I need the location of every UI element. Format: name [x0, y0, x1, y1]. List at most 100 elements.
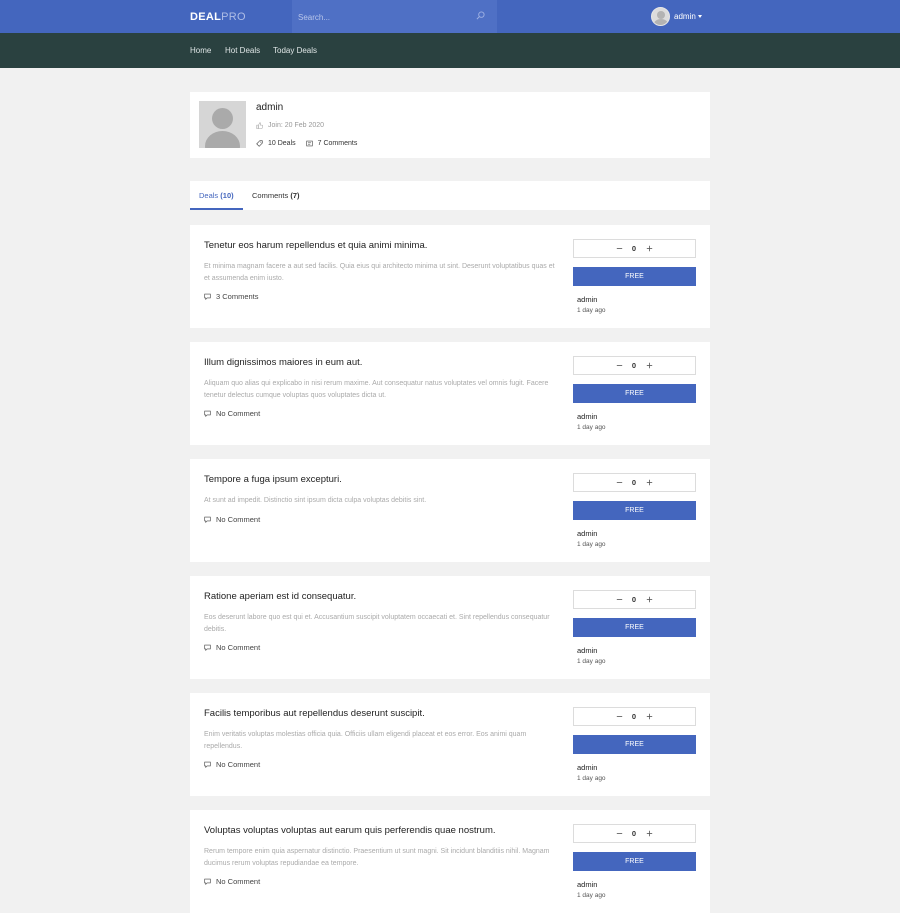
deal-time: 1 day ago [577, 424, 606, 431]
vote-stepper: 0 [573, 356, 696, 375]
deal-title[interactable]: Tempore a fuga ipsum excepturi. [204, 474, 342, 485]
deal-card: Voluptas voluptas voluptas aut earum qui… [190, 810, 710, 913]
comment-box-icon [306, 140, 313, 147]
free-button[interactable]: FREE [573, 852, 696, 871]
free-button[interactable]: FREE [573, 735, 696, 754]
active-tab-indicator [190, 208, 243, 210]
plus-icon[interactable] [645, 595, 654, 604]
deal-comments-link[interactable]: No Comment [204, 760, 260, 769]
vote-stepper: 0 [573, 824, 696, 843]
free-button[interactable]: FREE [573, 501, 696, 520]
comment-icon [204, 410, 211, 417]
comment-icon [204, 761, 211, 768]
nav-bar: Home Hot Deals Today Deals [0, 33, 900, 68]
user-avatar [651, 7, 670, 26]
deal-author[interactable]: admin [577, 295, 597, 304]
minus-icon[interactable] [615, 478, 624, 487]
minus-icon[interactable] [615, 829, 624, 838]
logo-light-text: PRO [221, 11, 246, 23]
deal-time: 1 day ago [577, 307, 606, 314]
caret-down-icon [697, 15, 702, 18]
search-input[interactable] [298, 11, 468, 23]
comment-icon [204, 293, 211, 300]
vote-count: 0 [631, 361, 637, 370]
comment-icon [204, 644, 211, 651]
deal-description: Enim veritatis voluptas molestias offici… [204, 731, 527, 750]
deal-description: Rerum tempore enim quia aspernatur disti… [204, 848, 550, 867]
deal-author[interactable]: admin [577, 529, 597, 538]
deal-description: At sunt ad impedit. Distinctio sint ipsu… [204, 497, 427, 504]
deal-comments-link[interactable]: No Comment [204, 643, 260, 652]
deal-comments-link[interactable]: No Comment [204, 409, 260, 418]
vote-stepper: 0 [573, 590, 696, 609]
deal-comments-link[interactable]: 3 Comments [204, 292, 259, 301]
deal-comments-link[interactable]: No Comment [204, 877, 260, 886]
deal-author[interactable]: admin [577, 412, 597, 421]
nav-item-home[interactable]: Home [190, 46, 211, 55]
deal-card: Ratione aperiam est id consequatur. Eos … [190, 576, 710, 679]
deal-description: Eos deserunt labore quo est qui et. Accu… [204, 614, 550, 633]
deal-comments-text: No Comment [216, 643, 261, 652]
minus-icon[interactable] [615, 361, 624, 370]
vote-count: 0 [631, 478, 637, 487]
user-menu[interactable]: admin [651, 7, 702, 26]
deal-title[interactable]: Voluptas voluptas voluptas aut earum qui… [204, 825, 496, 836]
deal-comments-text: No Comment [216, 877, 261, 886]
vote-stepper: 0 [573, 707, 696, 726]
tab-comments-count: (7) [290, 191, 300, 200]
vote-stepper: 0 [573, 239, 696, 258]
free-button[interactable]: FREE [573, 267, 696, 286]
plus-icon[interactable] [645, 712, 654, 721]
search-icon[interactable] [476, 11, 485, 20]
profile-avatar [199, 101, 246, 148]
deal-title[interactable]: Facilis temporibus aut repellendus deser… [204, 708, 425, 719]
deal-description: Et minima magnam facere a aut sed facili… [204, 263, 555, 282]
deal-comments-text: No Comment [216, 760, 261, 769]
vote-count: 0 [631, 829, 637, 838]
free-button[interactable]: FREE [573, 384, 696, 403]
nav-item-today-deals[interactable]: Today Deals [273, 46, 317, 55]
deal-author[interactable]: admin [577, 880, 597, 889]
logo[interactable]: DEALPRO [190, 11, 246, 23]
logo-bold-text: DEAL [190, 11, 222, 23]
plus-icon[interactable] [645, 361, 654, 370]
minus-icon[interactable] [615, 712, 624, 721]
top-bar: DEALPRO admin [0, 0, 900, 33]
deal-title[interactable]: Tenetur eos harum repellendus et quia an… [204, 240, 427, 251]
profile-card: admin Join: 20 Feb 2020 10 Deals 7 Comme… [190, 92, 710, 158]
tab-deals[interactable]: Deals (10) [199, 191, 234, 200]
tab-comments-label: Comments [252, 191, 289, 200]
deal-comments-text: No Comment [216, 514, 261, 524]
deal-card: Facilis temporibus aut repellendus deser… [190, 693, 710, 796]
plus-icon[interactable] [645, 478, 654, 487]
plus-icon[interactable] [645, 829, 654, 838]
deal-description: Aliquam quo alias qui explicabo in nisi … [204, 380, 549, 399]
deal-card: Illum dignissimos maiores in eum aut. Al… [190, 342, 710, 445]
profile-join: Join: 20 Feb 2020 [256, 122, 324, 129]
tabs-bar: Deals (10) Comments (7) [190, 181, 710, 210]
vote-count: 0 [631, 712, 637, 721]
deal-comments-link[interactable]: No Comment [204, 515, 260, 524]
deal-title[interactable]: Illum dignissimos maiores in eum aut. [204, 357, 362, 368]
minus-icon[interactable] [615, 244, 624, 253]
minus-icon[interactable] [615, 595, 624, 604]
deal-time: 1 day ago [577, 541, 606, 548]
comment-icon [204, 516, 211, 523]
deal-author[interactable]: admin [577, 763, 597, 772]
profile-deals-count: 10 Deals [268, 140, 296, 147]
tab-deals-count: (10) [220, 191, 234, 200]
deal-author[interactable]: admin [577, 646, 597, 655]
comment-icon [204, 878, 211, 885]
profile-stats: 10 Deals 7 Comments [256, 140, 357, 147]
free-button[interactable]: FREE [573, 618, 696, 637]
nav-item-hot-deals[interactable]: Hot Deals [225, 46, 260, 55]
deal-time: 1 day ago [577, 892, 606, 899]
tab-deals-label: Deals [199, 191, 219, 200]
tab-comments[interactable]: Comments (7) [252, 191, 300, 200]
deal-title[interactable]: Ratione aperiam est id consequatur. [204, 591, 356, 602]
deal-comments-text: 3 Comments [216, 292, 259, 301]
profile-name: admin [256, 102, 284, 113]
thumbs-up-icon [256, 122, 263, 129]
deal-time: 1 day ago [577, 658, 606, 665]
plus-icon[interactable] [645, 244, 654, 253]
